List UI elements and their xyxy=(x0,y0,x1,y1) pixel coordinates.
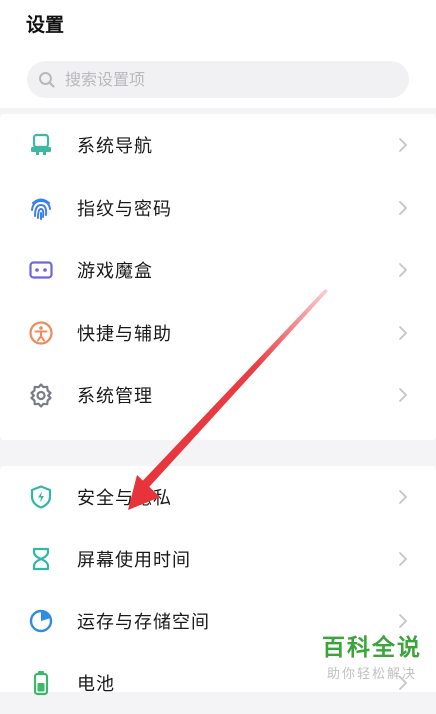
setting-label: 屏幕使用时间 xyxy=(77,550,191,571)
setting-label: 系统管理 xyxy=(77,386,153,408)
search-bar[interactable] xyxy=(27,61,409,98)
game-box-icon xyxy=(27,256,55,284)
setting-label: 系统导航 xyxy=(77,136,153,158)
system-navigation-icon xyxy=(27,131,55,159)
chevron-right-icon xyxy=(399,263,407,278)
settings-group-1: 系统导航 指纹与密码 游戏魔盒 快捷与辅助 系统管理 xyxy=(0,114,436,440)
battery-icon xyxy=(27,669,55,697)
settings-group-2: 安全与隐私 屏幕使用时间 运存与存储空间 电池 xyxy=(0,466,436,696)
shield-icon xyxy=(27,483,55,511)
chevron-right-icon xyxy=(399,490,407,504)
setting-label: 电池 xyxy=(77,674,115,695)
setting-fingerprint-password[interactable]: 指纹与密码 xyxy=(0,177,436,240)
gear-icon xyxy=(27,381,55,409)
setting-label: 指纹与密码 xyxy=(77,198,172,220)
setting-battery[interactable]: 电池 xyxy=(0,652,436,714)
setting-security-privacy[interactable]: 安全与隐私 xyxy=(0,466,436,528)
setting-label: 快捷与辅助 xyxy=(77,323,172,345)
accessibility-icon xyxy=(27,319,55,347)
setting-shortcuts-accessibility[interactable]: 快捷与辅助 xyxy=(0,302,436,365)
setting-game-box[interactable]: 游戏魔盒 xyxy=(0,239,436,302)
setting-system-navigation[interactable]: 系统导航 xyxy=(0,114,436,177)
hourglass-icon xyxy=(27,545,55,573)
setting-system-management[interactable]: 系统管理 xyxy=(0,364,436,427)
chevron-right-icon xyxy=(399,676,407,690)
fingerprint-icon xyxy=(27,194,55,222)
page-title: 设置 xyxy=(26,14,65,36)
setting-screen-time[interactable]: 屏幕使用时间 xyxy=(0,528,436,590)
header: 设置 xyxy=(0,0,436,108)
chevron-right-icon xyxy=(399,138,407,153)
pie-chart-icon xyxy=(27,607,55,635)
chevron-right-icon xyxy=(399,614,407,628)
setting-label: 游戏魔盒 xyxy=(77,261,153,283)
setting-label: 运存与存储空间 xyxy=(77,612,210,633)
setting-memory-storage[interactable]: 运存与存储空间 xyxy=(0,590,436,652)
search-icon xyxy=(39,71,55,88)
chevron-right-icon xyxy=(399,552,407,566)
chevron-right-icon xyxy=(399,200,407,215)
chevron-right-icon xyxy=(399,325,407,340)
chevron-right-icon xyxy=(399,388,407,403)
setting-label: 安全与隐私 xyxy=(77,488,172,509)
search-input[interactable] xyxy=(63,69,387,90)
